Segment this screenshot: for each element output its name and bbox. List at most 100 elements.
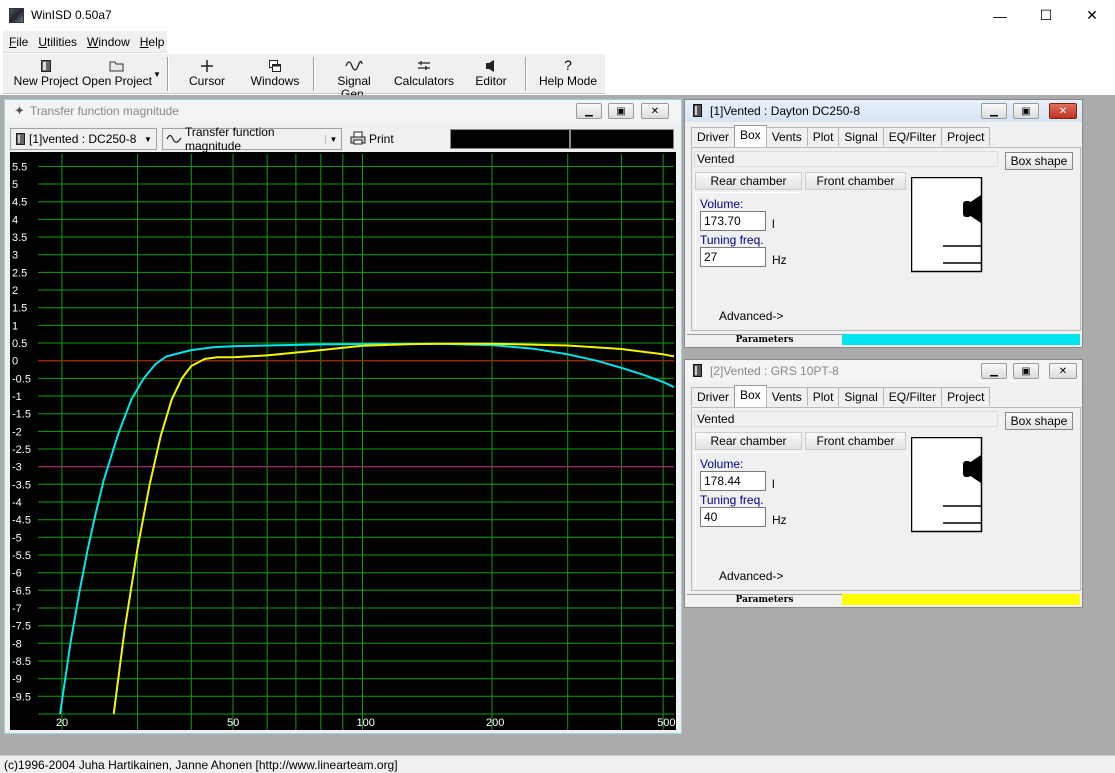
cursor-button[interactable]: Cursor [179,56,235,93]
toolbar-separator [167,57,169,91]
tab-plot[interactable]: Plot [806,127,840,146]
toolbar: New Project Open Project ▼ Cursor Window… [3,53,605,101]
volume-input[interactable] [700,211,766,231]
y-tick-label: -9 [12,674,22,686]
graph-window-title: Transfer function magnitude [30,104,179,118]
box-restore-button[interactable]: ▣ [1013,363,1039,379]
advanced-button[interactable]: Advanced-> [719,309,783,323]
advanced-button[interactable]: Advanced-> [719,569,783,583]
tuning-freq-label: Tuning freq. [700,233,764,247]
folder-icon [81,56,153,75]
menu-file[interactable]: File [3,35,32,49]
tab-eq-filter[interactable]: EQ/Filter [882,387,943,406]
windows-button[interactable]: Windows [247,56,303,93]
tab-plot[interactable]: Plot [806,387,840,406]
tuning-freq-unit: Hz [772,513,787,527]
tab-driver[interactable]: Driver [691,127,735,146]
front-chamber-tab[interactable]: Front chamber [805,172,906,190]
box-minimize-button[interactable]: ▁ [981,363,1007,379]
project-select[interactable]: [1]vented : DC250-8 ▼ [10,128,157,150]
print-button[interactable]: Print [350,129,394,149]
rear-chamber-tab[interactable]: Rear chamber [695,172,802,190]
y-tick-label: -3 [12,462,22,474]
rear-chamber-tab[interactable]: Rear chamber [695,432,802,450]
box-restore-button[interactable]: ▣ [1013,103,1039,119]
y-tick-label: -6.5 [12,585,31,597]
status-text: (c)1996-2004 Juha Hartikainen, Janne Aho… [4,758,398,772]
tab-project[interactable]: Project [941,387,991,406]
volume-unit: l [772,217,775,231]
tab-eq-filter[interactable]: EQ/Filter [882,127,943,146]
tab-driver[interactable]: Driver [691,387,735,406]
tab-project[interactable]: Project [941,127,991,146]
help-mode-button[interactable]: ? Help Mode [535,56,601,93]
close-button[interactable]: ✕ [1069,0,1115,31]
cursor-readout-x [450,129,570,149]
y-tick-label: -5 [12,532,22,544]
y-tick-label: -1 [12,391,22,403]
maximize-button[interactable]: ☐ [1023,0,1069,31]
tuning-freq-input[interactable] [700,247,766,267]
rear-chamber-group: Volume: l Tuning freq. Hz Advanced-> [695,452,801,588]
cursor-readout-y [570,129,674,149]
box-tab-panel: Vented Box shape Rear chamber Front cham… [691,407,1081,591]
help-mode-label: Help Mode [538,74,598,88]
tab-box[interactable]: Box [734,125,767,147]
x-tick-label: 200 [486,717,504,729]
rear-chamber-group: Volume: l Tuning freq. Hz Advanced-> [695,192,801,328]
tuning-freq-unit: Hz [772,253,787,267]
y-tick-label: 3.5 [12,232,27,244]
tab-box[interactable]: Box [734,385,767,407]
volume-input[interactable] [700,471,766,491]
editor-button[interactable]: Editor [463,56,519,93]
series-color-swatch [842,594,1080,605]
box-type-select[interactable]: Vented [694,151,998,167]
calculators-label: Calculators [393,74,455,88]
y-tick-label: -2 [12,426,22,438]
app-title: WinISD 0.50a7 [31,8,112,22]
sine-wave-icon [163,134,185,144]
new-project-icon [13,56,79,75]
minimize-button[interactable]: — [977,0,1023,31]
tuning-freq-input[interactable] [700,507,766,527]
front-chamber-tab[interactable]: Front chamber [805,432,906,450]
graph-type-select[interactable]: Transfer function magnitude ▼ [162,125,342,153]
new-project-button[interactable]: New Project [13,56,79,93]
signal-gen-button[interactable]: Signal Gen. [323,56,385,101]
y-tick-label: -2.5 [12,444,31,456]
y-tick-label: -0.5 [12,373,31,385]
menu-help[interactable]: Help [134,35,169,49]
calculators-button[interactable]: Calculators [393,56,455,93]
graph-minimize-button[interactable]: ▁ [576,103,602,119]
tab-signal[interactable]: Signal [838,127,884,146]
graph-restore-button[interactable]: ▣ [608,103,634,119]
tab-vents[interactable]: Vents [765,127,808,146]
sine-wave-icon [323,56,385,75]
y-tick-label: -7 [12,603,22,615]
app-title-bar: WinISD 0.50a7 — ☐ ✕ [0,0,1115,31]
box-close-button[interactable]: ✕ [1049,363,1077,379]
tab-vents[interactable]: Vents [765,387,808,406]
speaker-icon [11,133,29,145]
transfer-function-chart[interactable]: 5.5 5 4.5 4 3.5 3 2.5 2 1.5 1 0.5 0 -0.5 -1 -1.5 -2 -2.5… [10,152,676,730]
graph-close-button[interactable]: ✕ [641,103,669,119]
calculator-icon [393,56,455,75]
tab-signal[interactable]: Signal [838,387,884,406]
open-project-button[interactable]: Open Project [81,56,153,93]
box-close-button[interactable]: ✕ [1049,103,1077,119]
x-tick-label: 50 [227,717,239,729]
y-tick-label: 1.5 [12,303,27,315]
volume-label: Volume: [700,197,744,211]
series-color-swatch [842,334,1080,345]
menu-bar: File Utilities Window Help [3,31,167,53]
box-minimize-button[interactable]: ▁ [981,103,1007,119]
app-icon [9,8,24,23]
menu-window[interactable]: Window [81,35,134,49]
box-shape-button[interactable]: Box shape [1005,412,1073,430]
box-shape-button[interactable]: Box shape [1005,152,1073,170]
box-type-select[interactable]: Vented [694,411,998,427]
x-tick-label: 100 [357,717,375,729]
menu-utilities[interactable]: Utilities [32,35,81,49]
y-tick-label: -4.5 [12,515,31,527]
open-project-dropdown-icon[interactable]: ▼ [153,70,161,79]
